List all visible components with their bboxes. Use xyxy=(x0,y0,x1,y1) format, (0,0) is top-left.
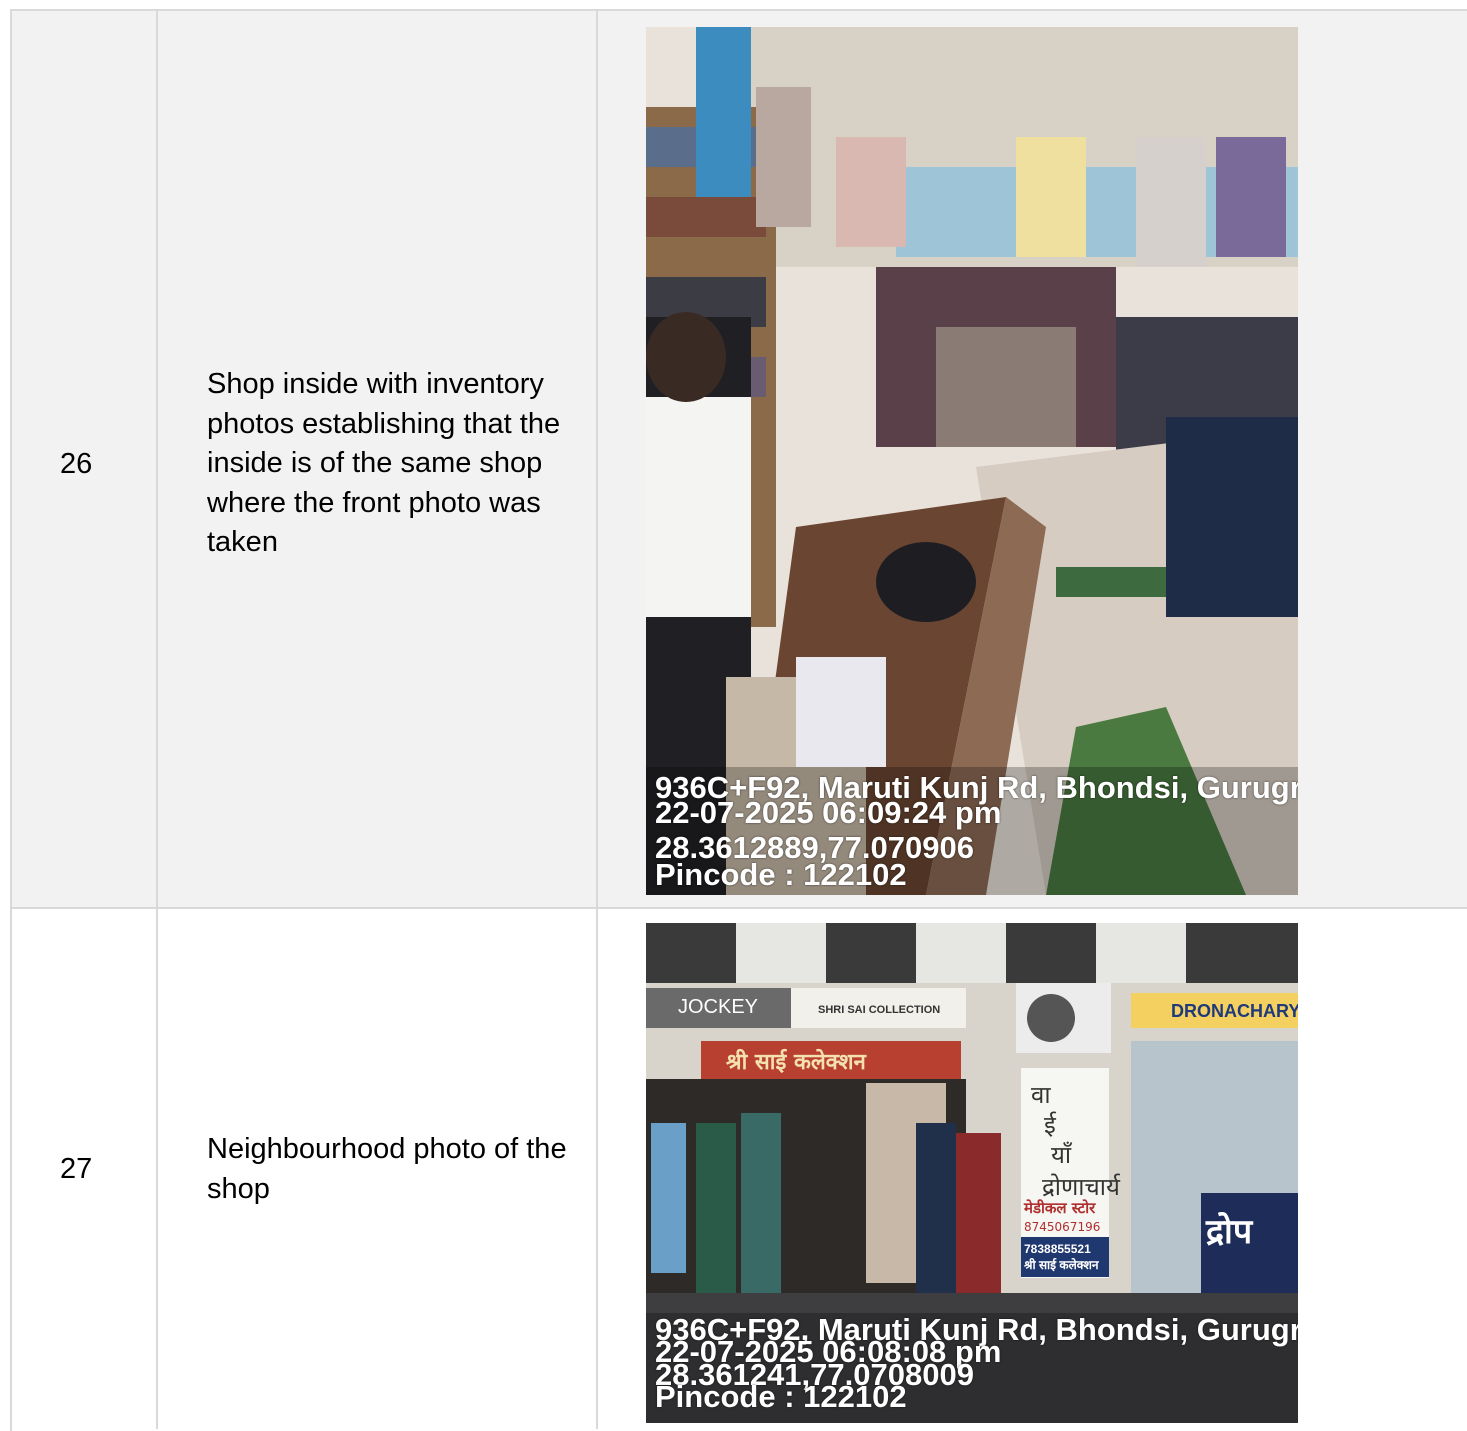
serial-number: 26 xyxy=(60,448,93,480)
geo-pincode-label: Pincode : 122102 xyxy=(655,857,907,892)
jockey-sign: JOCKEY xyxy=(678,996,758,1018)
geo-timestamp-label: 22-07-2025 06:09:24 pm xyxy=(655,795,1002,830)
dronacharya-sign: DRONACHARY xyxy=(1171,1001,1298,1021)
photo-cell: JOCKEY SHRI SAI COLLECTION श्री साई कलेक… xyxy=(598,909,1467,1429)
table-row: 26 Shop inside with inventory photos est… xyxy=(12,11,1467,909)
shop-interior-photo: 936C+F92, Maruti Kunj Rd, Bhondsi, Gurug… xyxy=(646,27,1298,895)
shop-name-sign: SHRI SAI COLLECTION xyxy=(818,1004,940,1016)
shop-interior-image xyxy=(646,27,1298,895)
drop-hindi-sign: द्रोप xyxy=(1205,1211,1254,1252)
description-cell: Shop inside with inventory photos establ… xyxy=(158,11,598,907)
photo-description: Shop inside with inventory photos establ… xyxy=(207,368,561,558)
phone-number-1: 7838855521 xyxy=(1024,1242,1091,1256)
dawaiyan-sign-va: ई xyxy=(1044,1111,1057,1139)
serial-number-cell: 26 xyxy=(12,11,158,907)
medical-store-hindi-sign: 8745067196 xyxy=(1024,1220,1100,1234)
phone-number-2: श्री साई कलेक्शन xyxy=(1023,1258,1100,1272)
photo-description: Neighbourhood photo of the shop xyxy=(207,1133,567,1205)
serial-number: 27 xyxy=(60,1153,93,1185)
dawaiyan-sign-i: याँ xyxy=(1051,1141,1073,1169)
hindi-shop-sign: श्री साई कलेक्शन xyxy=(726,1048,867,1075)
description-cell: Neighbourhood photo of the shop xyxy=(158,909,598,1429)
photo-evidence-table: 26 Shop inside with inventory photos est… xyxy=(10,9,1467,1431)
shop-frontage-photo: JOCKEY SHRI SAI COLLECTION श्री साई कलेक… xyxy=(646,923,1298,1423)
dronacharya-hindi-sign: मेडीकल स्टोर xyxy=(1023,1199,1096,1217)
photo-cell: 936C+F92, Maruti Kunj Rd, Bhondsi, Gurug… xyxy=(598,11,1467,907)
dawaiyan-sign-plus: वा xyxy=(1031,1081,1051,1109)
geo-pincode-label: Pincode : 122102 xyxy=(655,1379,907,1414)
table-row: 27 Neighbourhood photo of the shop JOCKE… xyxy=(12,909,1467,1429)
serial-number-cell: 27 xyxy=(12,909,158,1429)
dawaiyan-sign-yan: द्रोणाचार्य xyxy=(1042,1173,1121,1201)
